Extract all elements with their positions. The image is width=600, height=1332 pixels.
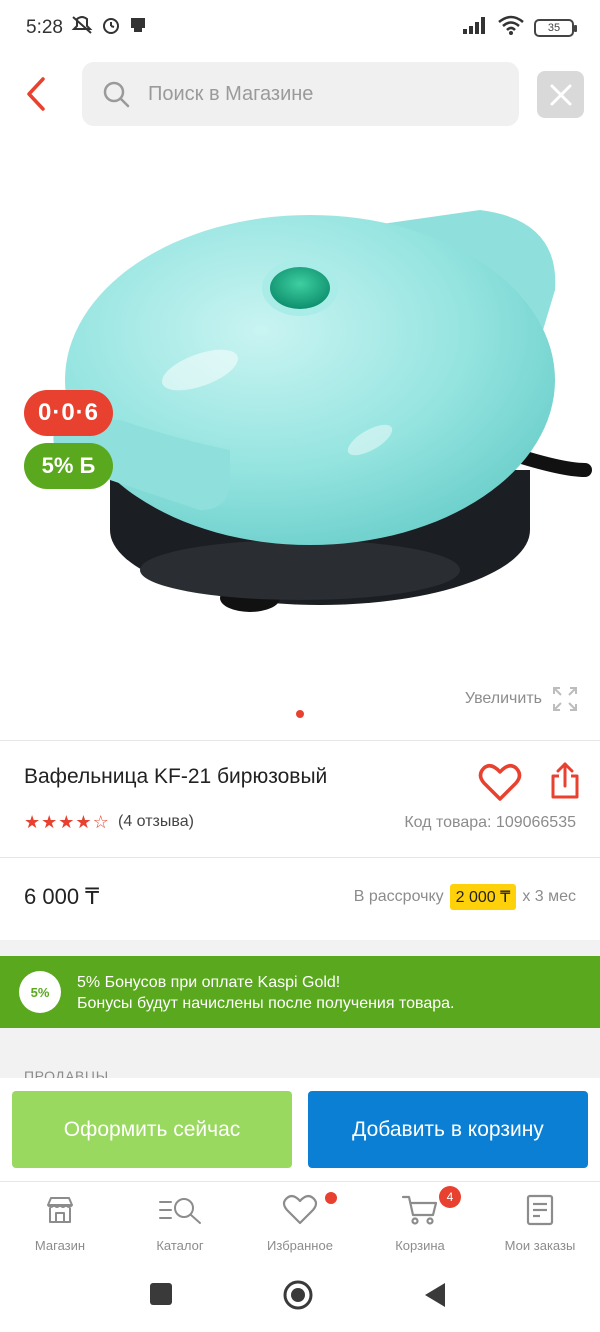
installment-suffix: х 3 мес [522,888,576,905]
battery-icon: 35 [534,19,577,37]
favorite-button[interactable] [478,763,522,805]
triangle-back-icon [425,1283,445,1307]
search-icon [103,81,130,108]
reviews-link[interactable]: (4 отзыва) [118,813,194,831]
store-icon [47,1197,73,1223]
add-to-cart-button[interactable]: Добавить в корзину [308,1091,588,1168]
nav-orders[interactable]: Мои заказы [485,1192,595,1253]
rating-stars: ★ ★ ★ ★ ☆ [24,812,109,833]
bottom-nav: Магазин Каталог Избранное 4 Корзина Мои … [0,1181,600,1261]
heart-icon [478,764,522,801]
nav-catalog-label: Каталог [156,1238,204,1253]
close-button[interactable] [537,71,584,118]
system-navigation [0,1262,600,1332]
status-time: 5:28 [26,17,63,38]
bonus-banner[interactable]: 5% 5% Бонусов при оплате Kaspi Gold! Бон… [0,956,600,1028]
bonus-line-1: 5% Бонусов при оплате Kaspi Gold! [77,974,341,991]
share-button[interactable] [550,762,580,800]
mute-icon [71,15,93,41]
home-circle-icon [283,1280,313,1310]
home-button[interactable] [282,1279,314,1316]
nav-orders-label: Мои заказы [504,1238,576,1253]
notification-icon [129,16,147,40]
star-icon: ★ [41,812,58,832]
header: Поиск в Магазине [0,62,600,128]
nav-catalog[interactable]: Каталог [125,1192,235,1253]
zoom-label: Увеличить [464,690,542,707]
product-price: 6 000 ₸ [24,884,100,909]
installment-amount: 2 000 ₸ [449,884,517,910]
divider [0,857,600,858]
installment-prefix: В рассрочку [353,888,444,905]
heart-outline-icon [282,1194,318,1225]
image-pager-dot[interactable] [296,710,304,718]
installment-badge: 0·0·6 [24,390,113,436]
nav-cart[interactable]: 4 Корзина [365,1186,475,1253]
product-title: Вафельница KF-21 бирюзовый [24,765,328,788]
star-icon: ★ [75,812,92,832]
search-input[interactable]: Поиск в Магазине [82,62,519,126]
system-back-button[interactable] [423,1282,447,1313]
section-separator [0,940,600,956]
back-button[interactable] [18,70,54,118]
close-icon [550,84,571,105]
cart-count-badge: 4 [439,1186,461,1208]
signal-icon [462,16,488,40]
search-placeholder: Поиск в Магазине [148,82,314,105]
square-icon [150,1283,172,1305]
installment-info: В рассрочку 2 000 ₸ х 3 мес [354,884,576,910]
zoom-button[interactable]: Увеличить [465,686,578,712]
share-icon [551,762,579,799]
orders-icon [526,1194,554,1226]
star-icon: ★ [58,812,75,832]
star-icon: ★ [24,812,41,832]
wifi-icon [498,15,524,41]
recent-apps-button[interactable] [149,1282,173,1311]
nav-favorites[interactable]: Избранное [245,1192,355,1253]
bonus-percent-badge: 5% [19,971,61,1013]
nav-cart-label: Корзина [395,1238,445,1253]
bonus-badge-percent: 5% [41,453,74,478]
nav-shop-label: Магазин [34,1238,86,1253]
action-bar: Оформить сейчас Добавить в корзину [0,1078,600,1181]
product-code: Код товара: 109066535 [404,814,576,831]
star-outline-icon: ☆ [92,812,109,832]
catalog-search-icon [159,1198,201,1224]
nav-shop[interactable]: Магазин [5,1192,115,1253]
bonus-line-2: Бонусы будут начислены после получения т… [77,995,455,1012]
status-bar: 5:28 35 [0,0,600,56]
chevron-left-icon [27,77,45,111]
cart-icon [401,1195,438,1225]
bonus-badge: 5% Б [24,443,113,489]
favorites-indicator-dot [325,1192,337,1204]
bonus-badge-currency: Б [79,453,96,478]
divider [0,740,600,741]
nav-favorites-label: Избранное [267,1238,333,1253]
sellers-section: ПРОДАВЦЫ [0,1028,600,1080]
alarm-icon [101,15,121,41]
expand-icon [553,687,577,711]
buy-now-button[interactable]: Оформить сейчас [12,1091,292,1168]
